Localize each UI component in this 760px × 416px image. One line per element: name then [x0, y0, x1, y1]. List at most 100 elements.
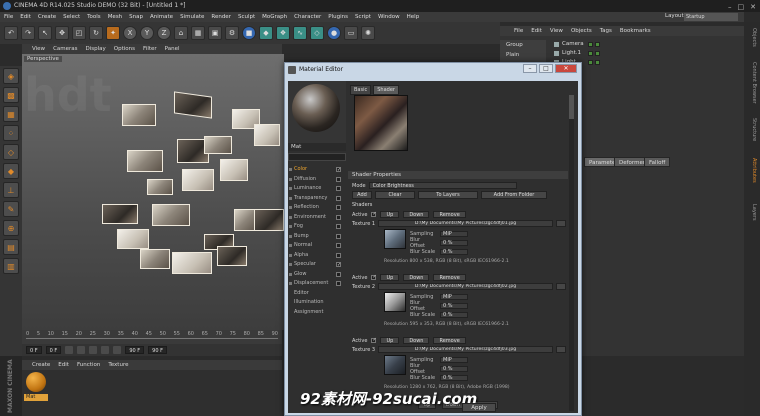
- blur-offset-field[interactable]: 0 %: [440, 302, 468, 309]
- texture-path-field[interactable]: D:\My Documents\My Pictures\zgc4dfj02.jp…: [378, 283, 553, 290]
- channel-displacement[interactable]: Displacement: [288, 279, 346, 289]
- layout-select[interactable]: Startup: [684, 13, 738, 21]
- group-item[interactable]: Group: [500, 40, 546, 50]
- material-name-field[interactable]: [288, 153, 346, 161]
- render-picture-viewer-icon[interactable]: ▣: [208, 26, 222, 40]
- subdivision-icon[interactable]: ◆: [259, 26, 273, 40]
- scale-icon[interactable]: ◰: [72, 26, 86, 40]
- browse-button[interactable]: [556, 346, 566, 353]
- clear-button[interactable]: Clear: [375, 191, 415, 199]
- light-icon[interactable]: ✺: [361, 26, 375, 40]
- menu-mograph[interactable]: MoGraph: [262, 14, 287, 20]
- dock-tab-objects[interactable]: Objects: [747, 28, 757, 47]
- shaders-group-label[interactable]: Shaders: [352, 202, 372, 208]
- channel-fog[interactable]: Fog: [288, 222, 346, 232]
- object-row[interactable]: Camera: [554, 40, 584, 48]
- add-from-folder-button[interactable]: Add From Folder: [481, 191, 547, 199]
- move-icon[interactable]: ✥: [55, 26, 69, 40]
- menu-simulate[interactable]: Simulate: [180, 14, 204, 20]
- axis-mode-icon[interactable]: ⊥: [3, 182, 19, 198]
- remove-button[interactable]: Remove: [433, 211, 466, 218]
- tab-falloff[interactable]: Falloff: [644, 157, 671, 167]
- goto-end-icon[interactable]: [113, 346, 122, 354]
- blur-offset-field[interactable]: 0 %: [440, 239, 468, 246]
- up-button[interactable]: Up: [380, 211, 400, 218]
- start-frame-field[interactable]: 0 F: [26, 346, 42, 354]
- workplane-icon[interactable]: ▦: [3, 106, 19, 122]
- environment-icon[interactable]: ●: [327, 26, 341, 40]
- goto-start-icon[interactable]: [65, 346, 74, 354]
- lock-icon[interactable]: ▤: [3, 239, 19, 255]
- up-button[interactable]: Up: [380, 274, 400, 281]
- om-menu-objects[interactable]: Objects: [571, 28, 592, 34]
- object-row[interactable]: Light.1: [554, 49, 581, 57]
- array-icon[interactable]: ❖: [276, 26, 290, 40]
- coordinate-system-icon[interactable]: ⌂: [174, 26, 188, 40]
- viewport-menu-options[interactable]: Options: [114, 46, 135, 52]
- render-view-icon[interactable]: ▦: [191, 26, 205, 40]
- channel-environment[interactable]: Environment: [288, 213, 346, 223]
- menu-render[interactable]: Render: [211, 14, 231, 20]
- channel-normal[interactable]: Normal: [288, 241, 346, 251]
- menu-file[interactable]: File: [4, 14, 13, 20]
- remove-button[interactable]: Remove: [433, 274, 466, 281]
- points-mode-icon[interactable]: ⁘: [3, 125, 19, 141]
- texture-mode-icon[interactable]: ▩: [3, 87, 19, 103]
- grid-icon[interactable]: ▥: [3, 258, 19, 274]
- prev-key-icon[interactable]: [77, 346, 86, 354]
- tweak-icon[interactable]: ✎: [3, 201, 19, 217]
- browse-button[interactable]: [556, 220, 566, 227]
- blur-offset-field[interactable]: 0 %: [440, 365, 468, 372]
- x-axis-icon[interactable]: X: [123, 26, 137, 40]
- blur-scale-field[interactable]: 0 %: [440, 374, 468, 381]
- om-menu-file[interactable]: File: [514, 28, 523, 34]
- channel-reflection[interactable]: Reflection: [288, 203, 346, 213]
- visibility-checks[interactable]: [588, 42, 600, 47]
- om-menu-edit[interactable]: Edit: [531, 28, 542, 34]
- menu-help[interactable]: Help: [407, 14, 420, 20]
- down-button[interactable]: Down: [403, 211, 430, 218]
- texture-path-field[interactable]: D:\My Documents\My Pictures\zgc4dfj03.jp…: [378, 346, 553, 353]
- channel-illumination[interactable]: Illumination: [288, 298, 346, 308]
- live-select-icon[interactable]: ↖: [38, 26, 52, 40]
- visibility-checks[interactable]: [588, 60, 600, 65]
- add-button[interactable]: Add: [352, 191, 372, 199]
- channel-color[interactable]: Color: [288, 165, 346, 176]
- dock-tab-structure[interactable]: Structure: [747, 118, 757, 141]
- undo-icon[interactable]: ↶: [4, 26, 18, 40]
- play-icon[interactable]: [89, 346, 98, 354]
- down-button[interactable]: Down: [403, 337, 430, 344]
- browse-button[interactable]: [556, 283, 566, 290]
- channel-assignment[interactable]: Assignment: [288, 308, 346, 318]
- close-button[interactable]: ✕: [750, 1, 756, 13]
- menu-mesh[interactable]: Mesh: [108, 14, 122, 20]
- z-axis-icon[interactable]: Z: [157, 26, 171, 40]
- model-mode-icon[interactable]: ◈: [3, 68, 19, 84]
- me-maximize-button[interactable]: □: [539, 64, 553, 73]
- recent-tool-icon[interactable]: ✦: [106, 26, 120, 40]
- up-button[interactable]: Up: [380, 337, 400, 344]
- end-frame-field[interactable]: 90 F: [125, 346, 145, 354]
- channel-alpha[interactable]: Alpha: [288, 251, 346, 261]
- shader-properties-header[interactable]: Shader Properties: [348, 171, 568, 179]
- snap-icon[interactable]: ⊕: [3, 220, 19, 236]
- perspective-viewport[interactable]: Perspective hdt: [22, 54, 284, 330]
- channel-luminance[interactable]: Luminance: [288, 184, 346, 194]
- timeline-ruler[interactable]: 0 5 10 15 20 25 30 35 40 45 50 55 60 65 …: [22, 330, 282, 344]
- active-checkbox[interactable]: [371, 337, 377, 343]
- next-key-icon[interactable]: [101, 346, 110, 354]
- dock-tab-content-browser[interactable]: Content Browser: [747, 62, 757, 104]
- blur-scale-field[interactable]: 0 %: [440, 248, 468, 255]
- camera-icon[interactable]: ▭: [344, 26, 358, 40]
- material-label[interactable]: Mat: [24, 394, 48, 401]
- viewport-menu-cameras[interactable]: Cameras: [53, 46, 77, 52]
- menu-snap[interactable]: Snap: [129, 14, 143, 20]
- viewport-menu-display[interactable]: Display: [86, 46, 106, 52]
- mm-menu-function[interactable]: Function: [77, 362, 100, 368]
- visibility-checks[interactable]: [588, 51, 600, 56]
- tab-basic[interactable]: Basic: [350, 85, 372, 95]
- channel-glow[interactable]: Glow: [288, 270, 346, 280]
- y-axis-icon[interactable]: Y: [140, 26, 154, 40]
- spline-icon[interactable]: ∿: [293, 26, 307, 40]
- om-menu-tags[interactable]: Tags: [600, 28, 612, 34]
